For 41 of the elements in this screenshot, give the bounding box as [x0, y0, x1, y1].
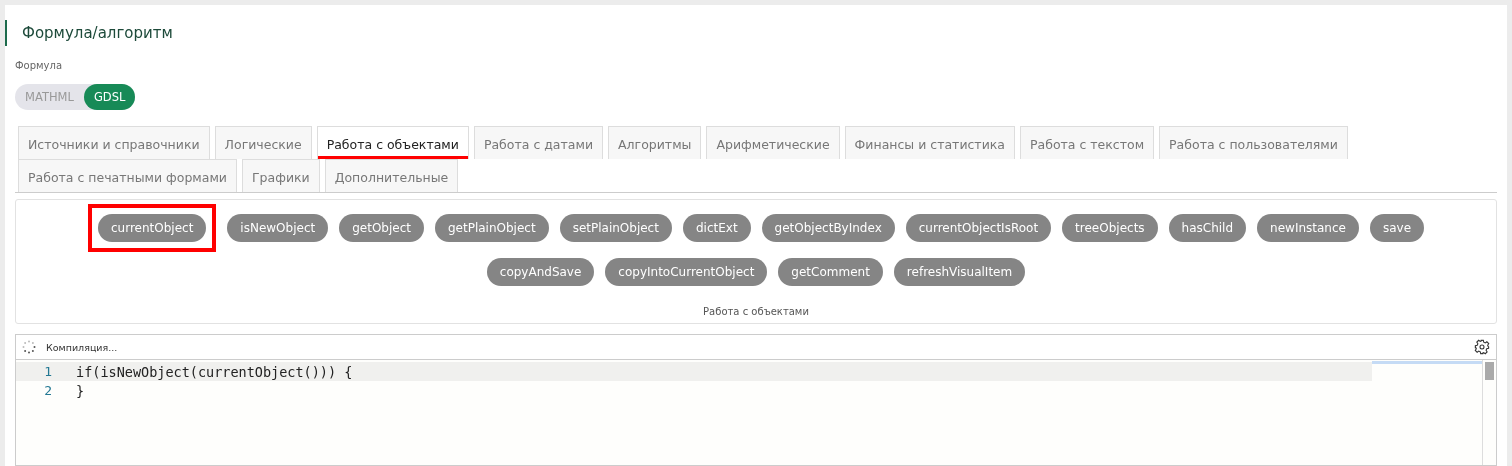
compile-status: Компиляция... — [46, 341, 119, 353]
function-chip[interactable]: newInstance — [1257, 214, 1359, 242]
function-chip[interactable]: copyAndSave — [486, 258, 595, 286]
spinner-icon — [22, 340, 36, 354]
function-chip[interactable]: treeObjects — [1062, 214, 1158, 242]
settings-icon[interactable] — [1474, 339, 1490, 355]
function-chip[interactable]: dictExt — [682, 214, 751, 242]
function-chip[interactable]: getComment — [778, 258, 883, 286]
line-number: 1 — [16, 362, 76, 381]
tab[interactable]: Алгоритмы — [608, 126, 702, 159]
function-chip[interactable]: hasChild — [1168, 214, 1247, 242]
tab[interactable]: Арифметические — [706, 126, 840, 159]
mode-option[interactable]: MATHML — [15, 84, 84, 110]
function-chip[interactable]: refreshVisualItem — [893, 258, 1026, 286]
mode-option[interactable]: GDSL — [83, 84, 136, 110]
function-chip[interactable]: copyIntoCurrentObject — [605, 258, 768, 286]
function-chip[interactable]: currentObjectIsRoot — [905, 214, 1052, 242]
tab[interactable]: Графики — [242, 159, 320, 192]
section-title: Формула/алгоритм — [5, 20, 1497, 46]
function-chip[interactable]: setPlainObject — [559, 214, 672, 242]
tab[interactable]: Финансы и статистика — [844, 126, 1015, 159]
code-line: } — [76, 381, 86, 400]
group-caption: Работа с объектами — [703, 306, 809, 317]
tab[interactable]: Логические — [214, 126, 312, 159]
function-chip[interactable]: isNewObject — [227, 214, 329, 242]
function-chip[interactable]: getObjectByIndex — [761, 214, 895, 242]
tab[interactable]: Источники и справочники — [18, 126, 210, 159]
function-chip[interactable]: save — [1369, 214, 1424, 242]
field-label: Формула — [15, 60, 64, 71]
function-chip[interactable]: currentObject — [97, 214, 207, 242]
scrollbar-thumb[interactable] — [1485, 362, 1494, 380]
tab[interactable]: Работа с печатными формами — [18, 159, 237, 192]
tab[interactable]: Работа с датами — [473, 126, 604, 159]
line-number: 2 — [43, 382, 53, 400]
function-chip[interactable]: getObject — [339, 214, 424, 242]
tab[interactable]: Работа с текстом — [1020, 126, 1155, 159]
tab[interactable]: Дополнительные — [324, 159, 459, 192]
tab[interactable]: Работа с объектами — [316, 126, 469, 159]
function-chip[interactable]: getPlainObject — [435, 214, 549, 242]
tab[interactable]: Работа с пользователями — [1159, 126, 1348, 159]
minimap[interactable] — [1372, 361, 1482, 364]
